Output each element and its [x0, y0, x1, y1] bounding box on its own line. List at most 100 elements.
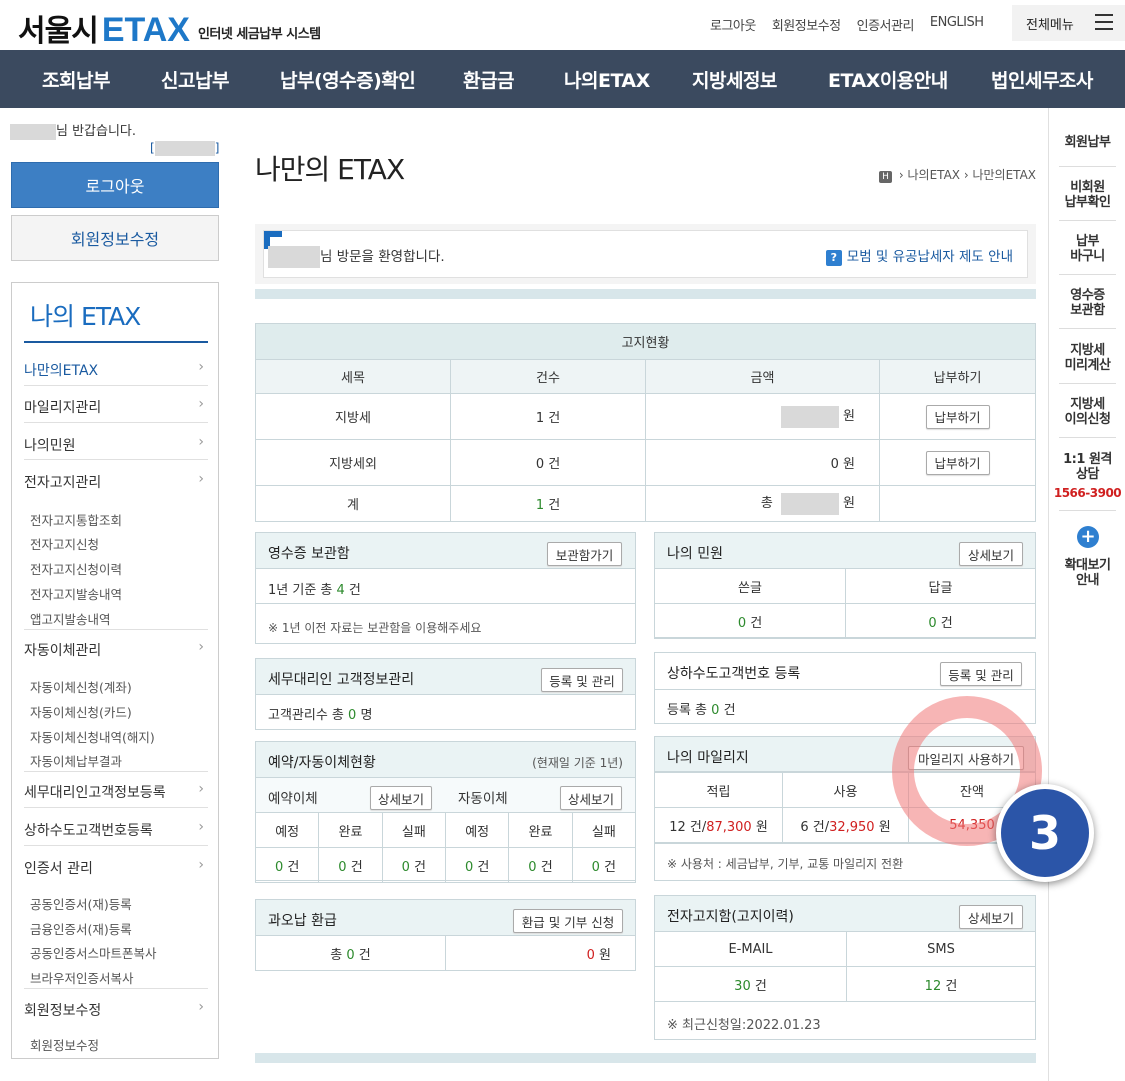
pay-button[interactable]: 납부하기: [925, 404, 990, 429]
nav-refund[interactable]: 환급금: [463, 66, 514, 93]
menu-item-mileage[interactable]: 마일리지관리 ›: [24, 396, 208, 417]
receipt-go-button[interactable]: 보관함가기: [547, 542, 622, 566]
welcome-box: 님 방문을 환영합니다. ? 모범 및 유공납세자 제도 안내: [255, 224, 1036, 284]
menu-item-enotice[interactable]: 전자고지관리 ›: [24, 471, 208, 492]
submenu-autopay-result[interactable]: 자동이체납부결과: [30, 751, 122, 770]
menu-item-cert[interactable]: 인증서 관리 ›: [24, 857, 208, 878]
refund-apply-button[interactable]: 환급 및 기부 신청: [513, 909, 623, 933]
all-menu-button[interactable]: 전체메뉴: [1012, 5, 1125, 41]
col-header: 세목: [255, 359, 451, 394]
chevron-right-icon: ›: [198, 781, 204, 797]
home-icon[interactable]: H: [879, 171, 893, 183]
submenu-autopay-cancel[interactable]: 자동이체신청내역(해지): [30, 727, 155, 746]
civil-detail-button[interactable]: 상세보기: [959, 542, 1023, 566]
chevron-right-icon: ›: [198, 434, 204, 450]
quick-calc[interactable]: 지방세 미리계산: [1049, 343, 1125, 373]
cell: 납부하기: [879, 439, 1036, 486]
menu-title: 나의 ETAX: [30, 302, 141, 331]
quick-basket[interactable]: 납부 바구니: [1049, 234, 1125, 264]
menu-item-member[interactable]: 회원정보수정 ›: [24, 999, 208, 1020]
site-logo[interactable]: 서울시 ETAX 인터넷 세금납부 시스템: [18, 6, 321, 50]
pay-button[interactable]: 납부하기: [925, 450, 990, 475]
page-title: 나만의 ETAX: [255, 153, 405, 186]
menu-item-water[interactable]: 상하수도고객번호등록 ›: [24, 819, 208, 840]
nav-etax-guide[interactable]: ETAX이용안내: [828, 66, 948, 93]
table-row: 지방세 1 건 원 납부하기: [255, 393, 1036, 440]
cell: 0 건: [381, 847, 446, 883]
submenu-enotice-apply[interactable]: 전자고지신청: [30, 534, 99, 553]
nav-local-tax-info[interactable]: 지방세정보: [692, 66, 777, 93]
submenu-member-edit[interactable]: 회원정보수정: [30, 1035, 99, 1054]
model-taxpayer-link[interactable]: ? 모범 및 유공납세자 제도 안내: [825, 245, 1013, 266]
submenu-cert-finance[interactable]: 금융인증서(재)등록: [30, 919, 132, 938]
redacted-id: []: [150, 141, 220, 156]
quick-objection[interactable]: 지방세 이의신청: [1049, 397, 1125, 427]
divider: [24, 385, 208, 386]
nav-corp-audit[interactable]: 법인세무조사: [991, 66, 1093, 93]
quick-receipt[interactable]: 영수증 보관함: [1049, 288, 1125, 318]
submenu-autopay-card[interactable]: 자동이체신청(카드): [30, 702, 132, 721]
chevron-right-icon: ›: [198, 639, 204, 655]
breadcrumb-current: 나만의ETAX: [972, 168, 1036, 182]
my-etax-menu: 나의 ETAX 나만의ETAX › 마일리지관리 › 나의민원 › 전자고지관리 › 전…: [11, 282, 219, 1059]
chevron-right-icon: ›: [198, 857, 204, 873]
reserve-detail-button[interactable]: 상세보기: [370, 786, 432, 810]
enotice-last-date: ※ 최근신청일:2022.01.23: [667, 1018, 821, 1033]
cell: 0 건: [571, 847, 637, 883]
water-manage-button[interactable]: 등록 및 관리: [940, 662, 1022, 686]
receipt-note: ※ 1년 이전 자료는 보관함을 이용해주세요: [268, 621, 482, 635]
submenu-enotice-history[interactable]: 전자고지신청이력: [30, 559, 122, 578]
breadcrumb-item[interactable]: 나의ETAX: [908, 168, 961, 182]
water-count: 등록 총 0 건: [667, 703, 736, 718]
logout-link[interactable]: 로그아웃: [710, 15, 756, 34]
agent-box: 세무대리인 고객정보관리 등록 및 관리 고객관리수 총 0 명: [255, 658, 636, 730]
english-link[interactable]: ENGLISH: [930, 15, 984, 34]
nav-report-pay[interactable]: 신고납부: [161, 66, 229, 93]
nav-receipt-check[interactable]: 납부(영수증)확인: [280, 66, 416, 93]
quick-zoom-guide[interactable]: 확대보기 안내: [1049, 558, 1125, 588]
submenu-enotice-sent[interactable]: 전자고지발송내역: [30, 584, 122, 603]
submenu-autopay-account[interactable]: 자동이체신청(계좌): [30, 677, 132, 696]
box-title: 나의 민원: [667, 546, 723, 562]
member-edit-link[interactable]: 회원정보수정: [772, 15, 841, 34]
divider: [1059, 328, 1116, 329]
member-edit-button[interactable]: 회원정보수정: [11, 215, 219, 261]
quick-remote[interactable]: 1:1 원격 상담: [1049, 452, 1125, 482]
menu-item-agent[interactable]: 세무대리인고객정보등록 ›: [24, 781, 208, 802]
col-header: 답글: [845, 568, 1036, 604]
box-title: 세무대리인 고객정보관리: [268, 672, 415, 688]
col-header: 금액: [645, 359, 880, 394]
chevron-right-icon: ›: [198, 819, 204, 835]
submenu-cert-browser[interactable]: 브라우저인증서복사: [30, 968, 134, 987]
menu-item-civil[interactable]: 나의민원 ›: [24, 434, 208, 455]
logout-button[interactable]: 로그아웃: [11, 162, 219, 208]
cell: 0 원: [645, 439, 880, 486]
divider: [24, 771, 208, 772]
submenu-app-notice[interactable]: 앱고지발송내역: [30, 609, 111, 628]
menu-title-underline: [24, 341, 208, 343]
autopay-detail-button[interactable]: 상세보기: [560, 786, 622, 810]
menu-item-my-etax[interactable]: 나만의ETAX ›: [24, 359, 208, 380]
box-subtitle: (현재일 기준 1년): [532, 756, 623, 770]
top-links: 로그아웃 회원정보수정 인증서관리 ENGLISH: [710, 15, 984, 34]
zoom-plus-icon[interactable]: +: [1077, 526, 1099, 548]
nav-inquiry-pay[interactable]: 조회납부: [42, 66, 110, 93]
col-header: 완료: [508, 812, 573, 848]
quick-guest-check[interactable]: 비회원 납부확인: [1049, 180, 1125, 210]
quick-member-pay[interactable]: 회원납부: [1049, 135, 1125, 150]
cell: 계: [255, 485, 451, 522]
box-title: 과오납 환급: [268, 913, 337, 929]
agent-manage-button[interactable]: 등록 및 관리: [541, 668, 623, 692]
cert-manage-link[interactable]: 인증서관리: [857, 15, 915, 34]
chevron-right-icon: ›: [198, 359, 204, 375]
divider: [1059, 437, 1116, 438]
submenu-cert-joint[interactable]: 공동인증서(재)등록: [30, 894, 132, 913]
submenu-enotice-integrated[interactable]: 전자고지통합조회: [30, 510, 122, 529]
menu-item-autopay[interactable]: 자동이체관리 ›: [24, 639, 208, 660]
redacted-name: [10, 123, 56, 140]
divider: [1059, 274, 1116, 275]
nav-my-etax[interactable]: 나의ETAX: [564, 66, 650, 93]
submenu-cert-smartphone[interactable]: 공동인증서스마트폰복사: [30, 943, 157, 962]
site-header: 서울시 ETAX 인터넷 세금납부 시스템 로그아웃 회원정보수정 인증서관리 …: [0, 0, 1125, 50]
enotice-detail-button[interactable]: 상세보기: [959, 905, 1023, 929]
